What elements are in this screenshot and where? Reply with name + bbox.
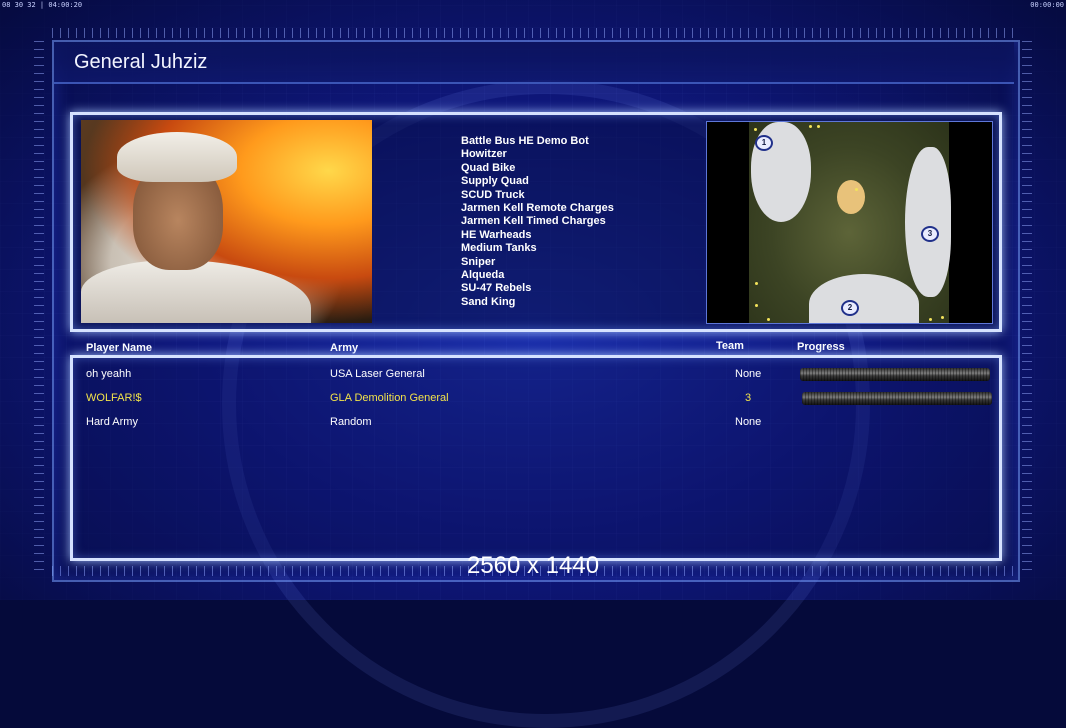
clock-right: 00:00:00 xyxy=(1030,1,1064,9)
supply-dot xyxy=(754,128,757,131)
player-row: WOLFAR!$ GLA Demolition General 3 xyxy=(73,389,999,409)
player-army: USA Laser General xyxy=(330,368,425,380)
supply-dot xyxy=(767,318,770,321)
map-island-e xyxy=(905,147,951,297)
supply-dot xyxy=(809,125,812,128)
portrait-turban xyxy=(117,132,237,182)
clock-left: 08 30 32 | 04:00:20 xyxy=(2,1,83,9)
player-team: None xyxy=(735,368,762,380)
player-army: GLA Demolition General xyxy=(330,392,449,404)
supply-dot xyxy=(941,316,944,319)
unit-item: SCUD Truck xyxy=(461,188,525,201)
supply-dot xyxy=(755,282,758,285)
start-position-marker: 3 xyxy=(921,226,939,242)
column-header-army: Army xyxy=(330,342,359,354)
map-terrain: 1 2 3 xyxy=(749,122,951,323)
page-title: General Juhziz xyxy=(74,51,208,73)
general-portrait xyxy=(81,120,372,323)
unit-item: Sand King xyxy=(461,295,516,308)
player-row: Hard Army Random None xyxy=(73,413,999,433)
unit-item: Jarmen Kell Timed Charges xyxy=(461,215,606,228)
frame-ticks-left xyxy=(34,40,44,570)
supply-dot xyxy=(855,188,858,191)
unit-item: Jarmen Kell Remote Charges xyxy=(461,202,614,215)
supply-dot xyxy=(929,318,932,321)
unit-item: Battle Bus HE Demo Bot xyxy=(461,135,589,147)
unit-list: Battle Bus HE Demo Bot Howitzer Quad Bik… xyxy=(461,135,614,309)
frame-ticks-right xyxy=(1022,40,1032,570)
map-island-center xyxy=(837,180,865,214)
start-position-marker: 2 xyxy=(841,300,859,316)
unit-item: Howitzer xyxy=(461,148,507,161)
player-name: Hard Army xyxy=(86,416,138,428)
title-bar: General Juhziz xyxy=(54,42,1014,84)
portrait-robe xyxy=(81,260,311,323)
unit-item: Sniper xyxy=(461,255,496,268)
general-info-panel: Battle Bus HE Demo Bot Howitzer Quad Bik… xyxy=(70,112,1002,332)
column-header-team: Team xyxy=(716,340,744,352)
map-island-s xyxy=(809,274,919,323)
player-army: Random xyxy=(330,416,372,428)
unit-item: Quad Bike xyxy=(461,161,516,174)
player-team: 3 xyxy=(745,392,752,404)
column-header-player: Player Name xyxy=(86,342,153,354)
unit-item: Medium Tanks xyxy=(461,242,537,255)
supply-dot xyxy=(817,125,820,128)
player-name: WOLFAR!$ xyxy=(86,392,142,404)
resolution-label: 2560 x 1440 xyxy=(466,552,600,579)
column-header-progress: Progress xyxy=(797,341,845,353)
player-progress-bar xyxy=(802,392,992,405)
map-preview: 1 2 3 xyxy=(706,121,993,324)
unit-item: Alqueda xyxy=(461,269,505,282)
unit-item: Supply Quad xyxy=(461,175,529,188)
player-progress-bar xyxy=(800,368,990,381)
player-row: oh yeahh USA Laser General None xyxy=(73,365,999,385)
player-name: oh yeahh xyxy=(86,368,132,380)
unit-item: HE Warheads xyxy=(461,228,532,241)
player-team: None xyxy=(735,416,762,428)
players-panel: oh yeahh USA Laser General None WOLFAR!$… xyxy=(70,355,1002,561)
start-position-marker: 1 xyxy=(755,135,773,151)
frame-ticks-top xyxy=(52,28,1016,38)
supply-dot xyxy=(755,304,758,307)
unit-item: SU-47 Rebels xyxy=(461,282,532,295)
